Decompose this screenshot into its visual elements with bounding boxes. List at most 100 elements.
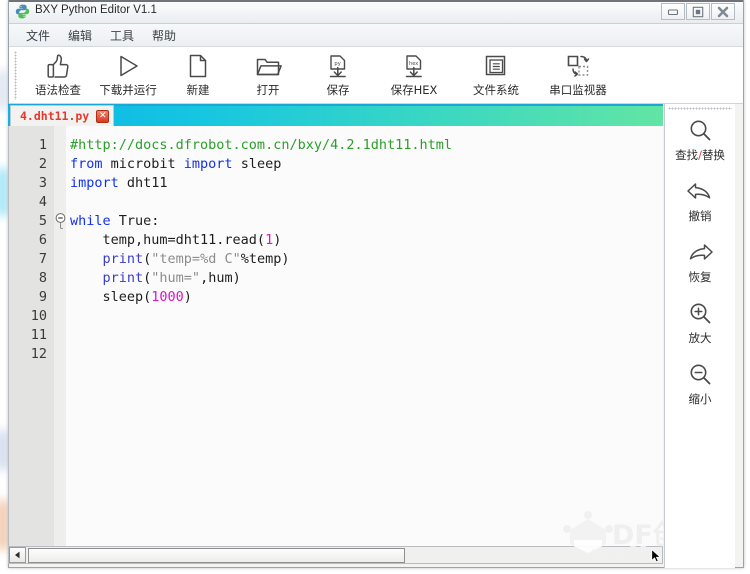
line-number: 5 xyxy=(38,213,47,229)
sidebar-label-pre: 撤销 xyxy=(688,209,712,223)
sidebar-label: 放大 xyxy=(689,330,712,346)
svg-text:hex: hex xyxy=(409,61,418,67)
sidebar-zoom-out[interactable]: 缩小 xyxy=(665,360,735,407)
tab-close-icon[interactable]: ✕ xyxy=(96,109,110,123)
line-number: 9 xyxy=(38,289,47,305)
menu-bar: 文件 编辑 工具 帮助 xyxy=(9,24,743,47)
sidebar-label-pre: 缩小 xyxy=(688,392,712,406)
minimize-button[interactable] xyxy=(661,3,685,20)
menu-file[interactable]: 文件 xyxy=(17,25,59,46)
toolbar-file-system[interactable]: 文件系统 xyxy=(455,47,537,98)
bg-blob xyxy=(0,430,5,470)
line-number: 6 xyxy=(38,232,47,248)
redo-arrow-icon xyxy=(685,238,715,268)
menu-help[interactable]: 帮助 xyxy=(143,25,185,46)
zoom-out-icon xyxy=(686,360,714,390)
search-icon xyxy=(686,116,714,146)
sidebar-redo[interactable]: 恢复 xyxy=(665,238,735,285)
new-file-icon xyxy=(184,51,212,81)
title-bar[interactable]: BXY Python Editor V1.1 xyxy=(9,0,743,24)
line-number: 7 xyxy=(38,251,47,267)
file-system-icon xyxy=(482,51,510,81)
main-toolbar: 语法检查 下载并运行 新建 打开 py 保存 hex 保存HEX 文件系统 串口… xyxy=(9,47,743,104)
toolbar-label: 下载并运行 xyxy=(99,83,157,97)
sidebar-zoom-in[interactable]: 放大 xyxy=(665,299,735,346)
undo-arrow-icon xyxy=(685,177,715,207)
maximize-icon xyxy=(692,6,704,17)
line-number: 12 xyxy=(30,346,47,362)
sidebar-label: 撤销 xyxy=(689,208,712,224)
toolbar-save-hex[interactable]: hex 保存HEX xyxy=(373,47,455,98)
toolbar-drag-grip[interactable] xyxy=(14,51,17,100)
sidebar-label-pre: 查找 xyxy=(675,148,699,162)
line-number: 10 xyxy=(30,308,47,324)
thumbs-up-icon xyxy=(44,51,72,81)
title-bar-top-strip xyxy=(9,0,743,2)
sidebar-label-pre: 恢复 xyxy=(688,270,712,284)
editor-tab-label: 4.dht11.py xyxy=(20,109,90,123)
code-fold-column[interactable] xyxy=(54,126,66,546)
toolbar-label: 文件系统 xyxy=(473,83,519,97)
line-number: 8 xyxy=(38,270,47,286)
serial-monitor-icon xyxy=(564,51,592,81)
line-number: 2 xyxy=(38,156,47,172)
bg-blob xyxy=(0,500,5,550)
toolbar-open[interactable]: 打开 xyxy=(233,47,303,98)
toolbar-syntax-check[interactable]: 语法检查 xyxy=(23,47,93,98)
line-number: 3 xyxy=(38,175,47,191)
sidebar-label-post: 替换 xyxy=(701,148,725,162)
code-line: temp,hum=dht11.read(1) xyxy=(70,232,282,248)
line-number: 1 xyxy=(38,137,47,153)
zoom-in-icon xyxy=(686,299,714,329)
code-line: from microbit import sleep xyxy=(70,156,282,172)
fold-toggle-icon[interactable] xyxy=(55,212,66,231)
toolbar-label: 打开 xyxy=(256,83,280,97)
code-line: while True: xyxy=(70,213,160,229)
window-title: BXY Python Editor V1.1 xyxy=(35,4,157,16)
code-line: import dht11 xyxy=(70,175,168,191)
toolbar-label: 保存 xyxy=(326,83,350,97)
code-line: print("temp=%d C"%temp) xyxy=(102,251,290,267)
close-icon xyxy=(717,6,729,17)
toolbar-label: 语法检查 xyxy=(35,83,81,97)
code-line: print("hum=",hum) xyxy=(102,270,241,286)
editor-tab-strip: 4.dht11.py ✕ xyxy=(8,104,663,126)
sidebar-find-replace[interactable]: 查找/替换 xyxy=(665,116,735,163)
editor-horizontal-scrollbar[interactable] xyxy=(8,546,663,564)
menu-tools[interactable]: 工具 xyxy=(101,25,143,46)
close-button[interactable] xyxy=(711,3,735,20)
code-line: sleep(1000) xyxy=(70,289,192,305)
sidebar-label-pre: 放大 xyxy=(688,331,712,345)
toolbar-download-run[interactable]: 下载并运行 xyxy=(93,47,163,98)
toolbar-label: 串口监视器 xyxy=(549,83,607,97)
toolbar-save[interactable]: py 保存 xyxy=(303,47,373,98)
toolbar-label: 新建 xyxy=(186,83,210,97)
code-line: #http://docs.dfrobot.com.cn/bxy/4.2.1dht… xyxy=(70,137,453,153)
sidebar-undo[interactable]: 撤销 xyxy=(665,177,735,224)
python-logo-icon xyxy=(15,4,30,19)
horizontal-scroll-thumb[interactable] xyxy=(28,547,405,563)
save-py-icon: py xyxy=(324,51,352,81)
line-number: 4 xyxy=(38,194,47,210)
toolbar-label: 保存HEX xyxy=(390,83,438,97)
sidebar-label: 缩小 xyxy=(689,391,712,407)
sidebar-label: 查找/替换 xyxy=(675,147,725,163)
menu-edit[interactable]: 编辑 xyxy=(59,25,101,46)
line-number-gutter: 1 2 3 4 5 6 7 8 9 10 11 12 xyxy=(9,126,54,546)
toolbar-serial-monitor[interactable]: 串口监视器 xyxy=(537,47,619,98)
scroll-left-arrow-icon[interactable] xyxy=(9,547,26,563)
toolbar-new[interactable]: 新建 xyxy=(163,47,233,98)
code-editor[interactable]: 1 2 3 4 5 6 7 8 9 10 11 12 #http://docs.… xyxy=(8,126,663,546)
editor-tab[interactable]: 4.dht11.py ✕ xyxy=(10,105,115,126)
line-number: 11 xyxy=(30,327,47,343)
tools-sidebar: 查找/替换 撤销 恢复 放大 缩小 xyxy=(664,104,735,568)
svg-text:py: py xyxy=(334,61,340,67)
play-triangle-icon xyxy=(114,51,142,81)
code-text-area[interactable]: #http://docs.dfrobot.com.cn/bxy/4.2.1dht… xyxy=(66,126,663,546)
maximize-button[interactable] xyxy=(686,3,710,20)
sidebar-drag-grip[interactable] xyxy=(668,107,732,110)
bg-blob xyxy=(0,168,5,216)
minimize-icon xyxy=(667,8,679,15)
bg-blob xyxy=(0,70,5,110)
sidebar-label: 恢复 xyxy=(689,269,712,285)
